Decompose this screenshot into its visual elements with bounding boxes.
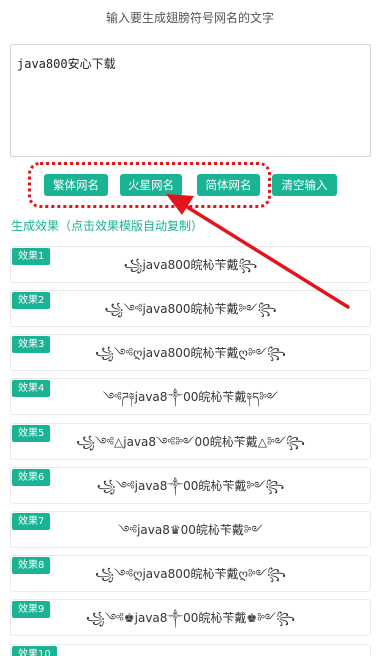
result-tag: 效果8 <box>12 557 51 574</box>
simplified-name-button[interactable]: 简体网名 <box>197 174 260 196</box>
result-tag: 效果10 <box>12 646 57 656</box>
traditional-name-button[interactable]: 繁体网名 <box>44 174 108 196</box>
result-row[interactable]: ꧁༺ღjava800皖杺苄戴ღ༻꧂ 效果3 <box>10 334 371 371</box>
result-tag: 效果4 <box>12 380 51 397</box>
result-row[interactable]: ꧁༺△java8༺༻00皖杺苄戴△༻꧂ 效果5 <box>10 423 371 460</box>
result-row[interactable]: ༺ཌ༈java8༒00皖杺苄戴༈ད༻ 效果4 <box>10 378 371 415</box>
result-tag: 效果1 <box>12 248 51 265</box>
result-row[interactable]: ꧁༺java8༒00皖杺苄戴༻꧂ 效果6 <box>10 467 371 504</box>
page-title: 输入要生成翅膀符号网名的文字 <box>105 11 274 25</box>
result-row[interactable]: ༺java8♛00皖杺苄戴༻ 效果7 <box>10 511 371 548</box>
button-row: 繁体网名 火星网名 简体网名 清空输入 <box>0 174 380 196</box>
results-heading: 生成效果（点击效果模版自动复制） <box>11 219 204 233</box>
result-text: ꧁༺♚java8༒00皖杺苄戴♚༻꧂ <box>85 611 296 625</box>
result-text: ༺ཌ༈java8༒00皖杺苄戴༈ད༻ <box>102 390 279 404</box>
result-text: ꧁༺ღjava800皖杺苄戴ღ༻꧂ <box>95 346 286 360</box>
result-row[interactable]: ꧁༺♚java8༒00皖杺苄戴♚༻꧂ 效果9 <box>10 599 371 636</box>
result-tag: 效果5 <box>12 425 51 442</box>
result-tag: 效果2 <box>12 292 51 309</box>
name-text-input[interactable] <box>10 44 371 157</box>
martian-name-button[interactable]: 火星网名 <box>120 174 182 196</box>
result-text: ꧁༺java8༒00皖杺苄戴༻꧂ <box>96 479 285 493</box>
result-row[interactable]: ꧁༺java800皖杺苄戴༻꧂ 效果2 <box>10 290 371 327</box>
result-tag: 效果6 <box>12 469 51 486</box>
result-row[interactable]: ꧁༺ღjava800皖杺苄戴ღ༻꧂ 效果8 <box>10 555 371 592</box>
clear-input-button[interactable]: 清空输入 <box>272 174 337 196</box>
result-text: ꧁༺java800皖杺苄戴༻꧂ <box>104 302 277 316</box>
result-tag: 效果9 <box>12 601 51 618</box>
result-row[interactable]: 效果10 <box>10 644 371 656</box>
result-text: ꧁java800皖杺苄戴꧂ <box>123 258 258 272</box>
result-text: ༺java8♛00皖杺苄戴༻ <box>117 523 264 537</box>
result-text <box>11 645 370 656</box>
result-text: ꧁༺ღjava800皖杺苄戴ღ༻꧂ <box>95 567 286 581</box>
result-tag: 效果7 <box>12 513 51 530</box>
result-row[interactable]: ꧁java800皖杺苄戴꧂ 效果1 <box>10 246 371 283</box>
result-text: ꧁༺△java8༺༻00皖杺苄戴△༻꧂ <box>76 435 305 449</box>
result-tag: 效果3 <box>12 336 51 353</box>
